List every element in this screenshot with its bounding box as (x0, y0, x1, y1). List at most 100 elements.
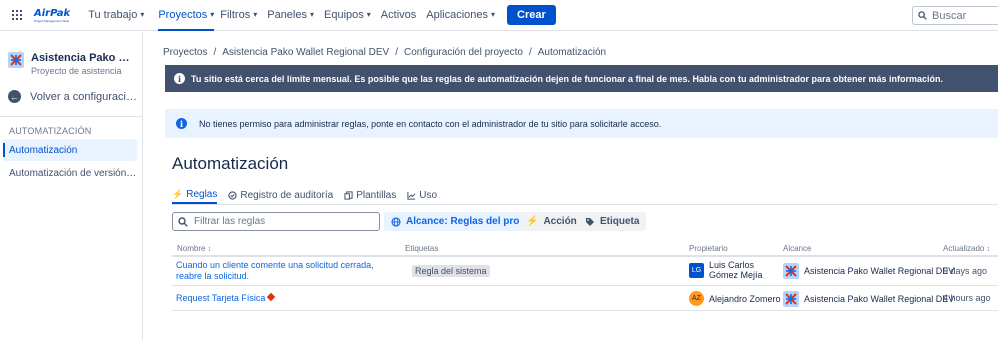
breadcrumb-settings[interactable]: Configuración del proyecto (404, 47, 523, 58)
project-avatar-icon (8, 52, 24, 68)
action-filter-button[interactable]: ⚡ Acción (519, 212, 584, 231)
back-to-settings-link[interactable]: ← Volver a configuración del... (8, 90, 140, 103)
breadcrumb-separator: / (213, 47, 217, 58)
nav-aplicaciones[interactable]: Aplicaciones ▾ (426, 0, 495, 31)
scope-name: Asistencia Pako Wallet Regional DEV (804, 266, 955, 276)
nav-filtros[interactable]: Filtros ▾ (220, 0, 257, 31)
sidebar-item-version-automation[interactable]: Automatización de versión here... (3, 162, 137, 184)
sidebar-divider (0, 116, 142, 117)
copy-icon (344, 191, 353, 200)
owner-name: Luis Carlos Gómez Mejía (709, 260, 763, 280)
breadcrumb-project[interactable]: Asistencia Pako Wallet Regional DEV (222, 47, 389, 58)
limit-warning-banner: i Tu sitio está cerca del límite mensual… (165, 65, 998, 92)
sidebar-item-label: Automatización de versión here... (9, 167, 137, 179)
check-circle-icon (228, 191, 237, 200)
sidebar-item-label: Automatización (9, 144, 78, 156)
chevron-down-icon: ▾ (140, 10, 145, 19)
permission-info-banner: i No tienes permiso para administrar reg… (165, 109, 998, 138)
search-input[interactable]: Buscar (912, 6, 998, 25)
nav-label: Aplicaciones (426, 9, 489, 21)
nav-activos[interactable]: Activos (381, 0, 416, 31)
tab-uso[interactable]: Uso (407, 187, 437, 204)
nav-tu-trabajo[interactable]: Tu trabajo ▾ (88, 0, 144, 31)
project-avatar-icon (783, 291, 799, 307)
lightning-icon: ⚡ (526, 216, 539, 227)
breadcrumb-projects[interactable]: Proyectos (163, 47, 207, 58)
column-header-owner: Propietario (689, 244, 728, 253)
column-header-updated[interactable]: Actualizado ↕ (943, 244, 990, 253)
sidebar-section-heading: AUTOMATIZACIÓN (9, 126, 92, 136)
chevron-down-icon: ▾ (366, 10, 371, 19)
owner-cell: LG Luis Carlos Gómez Mejía (689, 260, 781, 280)
project-type: Proyecto de asistencia (31, 66, 122, 76)
updated-cell: 9 days ago (943, 266, 988, 276)
tag-lozenge: Regla del sistema (412, 265, 490, 277)
action-filter-label: Acción (543, 216, 577, 227)
search-icon (178, 216, 188, 227)
sort-icon: ↕ (986, 246, 991, 253)
nav-label: Paneles (267, 9, 307, 21)
info-icon: i (176, 118, 187, 129)
tab-reglas[interactable]: ⚡ Reglas (172, 187, 218, 204)
search-icon (918, 11, 927, 20)
lightning-icon: ⚡ (172, 189, 184, 199)
chevron-down-icon: ▾ (491, 10, 496, 19)
table-header-divider (172, 255, 998, 257)
rule-link[interactable]: Cuando un cliente comente una solicitud … (176, 260, 400, 282)
chevron-down-icon: ▾ (310, 10, 315, 19)
scope-cell: Asistencia Pako Wallet Regional DEV (783, 291, 954, 307)
column-label: Actualizado (943, 244, 985, 253)
logo-text: AirPak (34, 8, 71, 19)
page-title: Automatización (172, 154, 289, 173)
breadcrumb-separator: / (528, 47, 532, 58)
breadcrumb-current: Automatización (537, 47, 607, 58)
nav-paneles[interactable]: Paneles ▾ (267, 0, 314, 31)
nav-proyectos[interactable]: Proyectos ▾ (158, 0, 215, 31)
logo[interactable]: AirPak Project Management Suite (34, 7, 71, 24)
filter-rules-input[interactable]: Filtrar las reglas (172, 212, 380, 231)
updated-cell: 4 hours ago (943, 293, 991, 303)
create-button[interactable]: Crear (507, 5, 556, 25)
tab-registro-auditoria[interactable]: Registro de auditoría (228, 187, 333, 204)
tab-label: Registro de auditoría (240, 190, 334, 201)
column-header-name[interactable]: Nombre ↕ (177, 244, 211, 253)
project-header[interactable]: Asistencia Pako Wallet Re... Proyecto de… (8, 52, 138, 76)
chevron-down-icon: ▾ (253, 10, 258, 19)
scope-name: Asistencia Pako Wallet Regional DEV (804, 294, 955, 304)
breadcrumb: Proyectos / Asistencia Pako Wallet Regio… (163, 47, 606, 58)
nav-label: Proyectos (158, 9, 208, 21)
owner-cell: AZ Alejandro Zomero (689, 291, 789, 306)
project-name: Asistencia Pako Wallet Re... (31, 52, 136, 64)
logo-subtitle: Project Management Suite (34, 19, 70, 23)
warning-icon (267, 292, 276, 302)
row-divider (172, 285, 998, 286)
permission-info-text: No tienes permiso para administrar regla… (199, 118, 662, 129)
tabs-divider (172, 204, 998, 205)
breadcrumb-separator: / (395, 47, 398, 58)
nav-equipos[interactable]: Equipos ▾ (324, 0, 371, 31)
limit-warning-text: Tu sitio está cerca del límite mensual. … (191, 73, 944, 84)
back-label: Volver a configuración del... (30, 90, 140, 103)
tag-filter-label: Etiqueta (600, 216, 640, 227)
scope-cell: Asistencia Pako Wallet Regional DEV (783, 263, 954, 279)
rule-name: Request Tarjeta Física (176, 293, 266, 303)
nav-label: Equipos (324, 9, 364, 21)
chevron-down-icon: ▾ (210, 10, 215, 19)
tag-filter-button[interactable]: Etiqueta (578, 212, 647, 231)
info-icon: i (174, 73, 185, 84)
tab-bar: ⚡ Reglas Registro de auditoría Plantilla… (172, 187, 998, 204)
owner-name: Alejandro Zomero (709, 293, 781, 304)
line-chart-icon (407, 191, 416, 200)
sort-icon: ↕ (207, 246, 212, 253)
row-divider (172, 310, 998, 311)
tab-plantillas[interactable]: Plantillas (344, 187, 396, 204)
tab-label: Plantillas (356, 190, 397, 201)
rule-link[interactable]: Request Tarjeta Física (176, 292, 400, 304)
app-switcher-icon[interactable] (12, 10, 22, 20)
sidebar-item-automatizacion[interactable]: Automatización (3, 139, 137, 161)
project-avatar-icon (783, 263, 799, 279)
nav-label: Tu trabajo (88, 9, 138, 21)
nav-label: Activos (380, 9, 417, 21)
avatar: LG (689, 262, 704, 278)
search-placeholder: Buscar (932, 9, 967, 22)
